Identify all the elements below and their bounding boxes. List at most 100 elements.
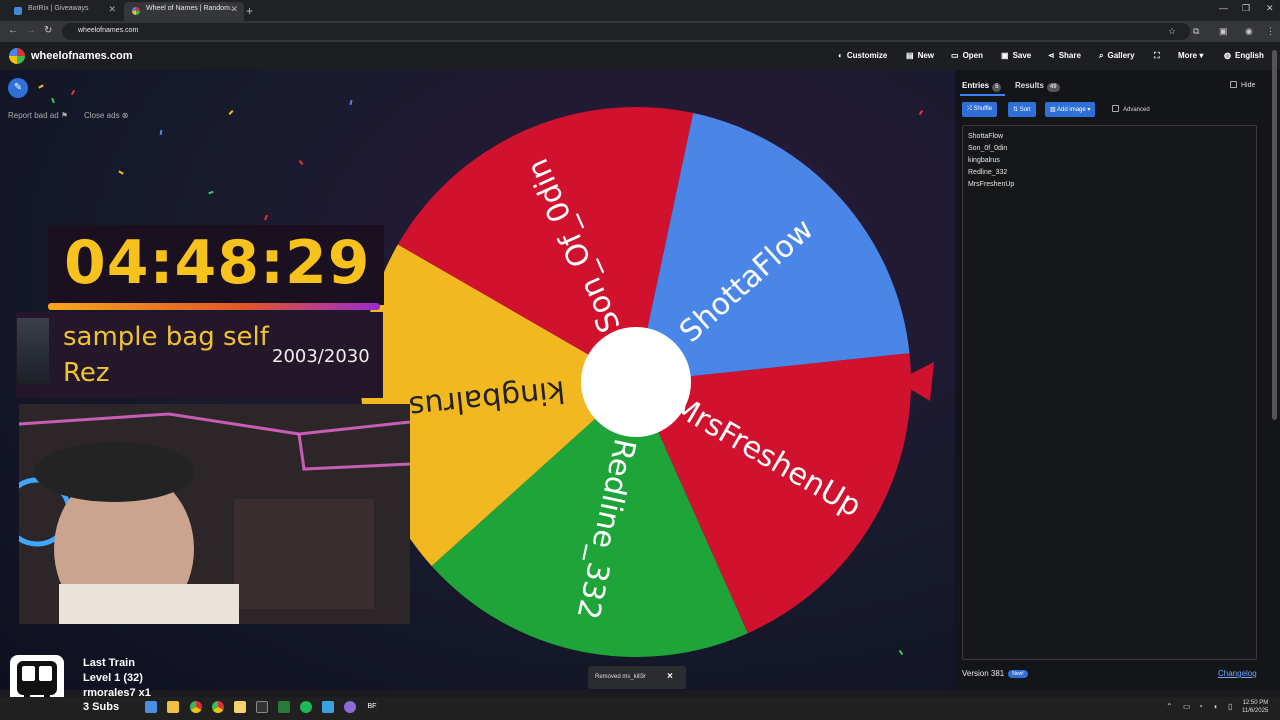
close-ads-link[interactable]: Close ads ⊗ [84, 111, 129, 120]
browser-menu-icon[interactable]: ⋮ [1266, 26, 1275, 37]
clock-time: 12:50 PM [1242, 700, 1269, 706]
goal-progress-bar [48, 303, 380, 310]
goal-count: 2003/2030 [272, 346, 370, 367]
tab-results[interactable]: Results 49 [1015, 81, 1060, 92]
discord-icon[interactable] [344, 701, 356, 713]
gallery-button[interactable]: ⌕ Gallery [1099, 51, 1135, 61]
file-icon: ▤ [906, 51, 914, 60]
fullscreen-icon[interactable]: ⛶ [1154, 51, 1160, 61]
site-name[interactable]: wheelofnames.com [31, 50, 132, 62]
entry-line[interactable]: MrsFreshenUp [968, 181, 1014, 188]
alert-line: Level 1 (32) [83, 672, 143, 684]
tray-chevron-icon[interactable]: ⌃ [1166, 702, 1173, 711]
taskbar-app-icon[interactable] [145, 701, 157, 713]
share-button[interactable]: ⋖ Share [1048, 51, 1081, 60]
alert-line: Last Train [83, 657, 135, 669]
tab-botrix[interactable]: BotRix | Giveaways ✕ [6, 2, 122, 21]
profile-icon[interactable]: ◉ [1245, 26, 1253, 37]
notes-icon[interactable] [234, 701, 246, 713]
taskbar: 3 Subs BF ⌃ ▭ ◔ ◖ ▯ 12:50 PM 11/6/2025 [0, 697, 1280, 720]
forward-icon[interactable]: → [26, 25, 36, 36]
save-icon: ▣ [1001, 51, 1009, 60]
tab-entries[interactable]: Entries 5 [962, 81, 1002, 92]
customize-button[interactable]: ◐ Customize [838, 51, 887, 60]
close-tab-icon[interactable]: ✕ [230, 4, 238, 15]
notepad-icon[interactable] [322, 701, 334, 713]
tab-title: Wheel of Names | Random... [146, 5, 236, 12]
restore-icon[interactable]: ❐ [1242, 3, 1250, 14]
toast-notification: Removed ms_kill3r × [588, 666, 686, 689]
file-explorer-icon[interactable] [167, 701, 179, 713]
language-button[interactable]: ◍ English [1224, 51, 1264, 60]
clock-date: 11/6/2025 [1242, 708, 1269, 714]
spotify-icon[interactable] [300, 701, 312, 713]
url-text: wheelofnames.com [78, 27, 139, 34]
add-image-button[interactable]: ▨ Add image ▾ [1045, 102, 1096, 117]
version-label: Version 381 New! [962, 669, 1028, 678]
sort-icon: ⇅ [1013, 107, 1019, 113]
split-view-icon[interactable]: ▣ [1219, 26, 1228, 37]
chrome-icon[interactable] [190, 701, 202, 713]
battery-icon[interactable]: ▯ [1228, 702, 1232, 711]
goal-title: sample bag self [63, 322, 269, 352]
entry-line[interactable]: Redline_332 [968, 169, 1007, 176]
minimize-icon[interactable]: — [1219, 3, 1228, 13]
advanced-checkbox[interactable]: Advanced [1112, 105, 1150, 113]
save-button[interactable]: ▣ Save [1001, 51, 1031, 60]
checkbox-icon [1230, 81, 1237, 88]
extensions-icon[interactable]: ⧉ [1193, 26, 1199, 37]
network-icon[interactable]: ◔ [1198, 702, 1203, 711]
report-bad-ad-link[interactable]: Report bad ad ⚑ [8, 111, 68, 120]
open-button[interactable]: ▭ Open [951, 51, 983, 60]
edit-pencil-icon[interactable]: ✎ [8, 78, 28, 98]
entries-count-badge: 5 [992, 83, 1002, 92]
close-window-icon[interactable]: ✕ [1266, 3, 1274, 14]
back-icon[interactable]: ← [8, 25, 18, 36]
app-bf-icon[interactable]: BF [366, 701, 378, 713]
browser-tab-bar: BotRix | Giveaways ✕ Wheel of Names | Ra… [0, 0, 1280, 21]
checkbox-icon [1112, 105, 1119, 112]
shuffle-icon: ⤮ [967, 106, 972, 112]
address-bar-row: ← → ↻ wheelofnames.com ☆ ⧉ ▣ ◉ ⋮ [0, 21, 1280, 42]
site-header: wheelofnames.com ◐ Customize ▤ New ▭ Open ▣… [0, 42, 1280, 70]
reload-icon[interactable]: ↻ [44, 25, 52, 36]
new-tab-icon[interactable]: + [246, 4, 253, 18]
new-button[interactable]: ▤ New [906, 51, 934, 60]
tab-favicon-icon [14, 7, 22, 15]
terminal-icon[interactable] [256, 701, 268, 713]
shuffle-button[interactable]: ⤮ Shuffle [962, 102, 998, 117]
url-field[interactable]: wheelofnames.com [62, 23, 1190, 40]
close-tab-icon[interactable]: ✕ [108, 4, 116, 15]
page-scrollbar[interactable] [1272, 50, 1277, 420]
taskbar-clock[interactable]: 12:50 PM 11/6/2025 [1242, 699, 1268, 715]
goal-thumbnail [17, 318, 49, 384]
site-logo-icon[interactable] [9, 48, 25, 64]
folder-icon: ▭ [951, 51, 959, 60]
toast-close-icon[interactable]: × [667, 671, 673, 682]
tray-app-icon[interactable]: ▭ [1183, 702, 1191, 711]
chrome-icon[interactable] [212, 701, 224, 713]
tab-favicon-icon [132, 7, 140, 15]
webcam-feed [19, 404, 410, 624]
bookmark-star-icon[interactable]: ☆ [1168, 26, 1176, 37]
image-icon: ▨ [1050, 107, 1056, 113]
search-icon: ⌕ [1099, 51, 1104, 60]
results-count-badge: 49 [1046, 83, 1060, 92]
changelog-link[interactable]: Changelog [1218, 669, 1257, 678]
entries-textarea[interactable]: ShottaFlow Son_0f_0din kingbalrus Redlin… [962, 125, 1257, 660]
excel-icon[interactable] [278, 701, 290, 713]
entry-line[interactable]: kingbalrus [968, 157, 1000, 164]
webcam-image [19, 404, 410, 624]
volume-icon[interactable]: ◖ [1213, 702, 1218, 711]
new-badge: New! [1008, 670, 1028, 678]
countdown-timer: 04:48:29 [64, 228, 371, 298]
more-button[interactable]: More ▾ [1178, 51, 1203, 60]
active-tab-indicator [960, 94, 1005, 96]
hide-checkbox[interactable]: Hide [1230, 81, 1255, 89]
tab-wheel-of-names[interactable]: Wheel of Names | Random... ✕ [124, 2, 244, 21]
wheel-center-button[interactable] [581, 327, 691, 437]
sort-button[interactable]: ⇅ Sort [1008, 102, 1036, 117]
entry-line[interactable]: Son_0f_0din [968, 145, 1007, 152]
entry-line[interactable]: ShottaFlow [968, 133, 1003, 140]
palette-icon: ◐ [838, 51, 843, 60]
